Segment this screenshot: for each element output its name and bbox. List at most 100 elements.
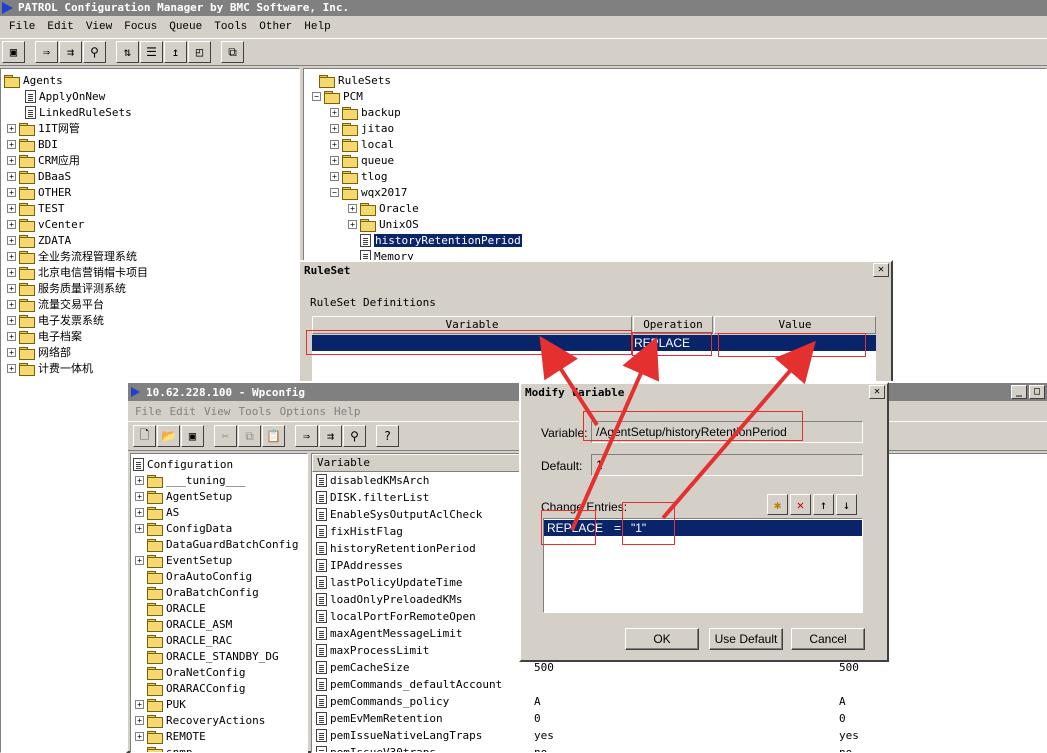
expand-icon[interactable]: + — [330, 139, 339, 149]
config-node[interactable]: + ___tuning___ — [135, 472, 245, 488]
config-node[interactable]: + ConfigData — [135, 520, 232, 536]
expand-icon[interactable]: + — [7, 347, 16, 357]
config-node[interactable]: ORACLE_ASM — [135, 616, 232, 632]
config-node[interactable]: + AS — [135, 504, 179, 520]
rulesets-root[interactable]: RuleSets — [307, 72, 391, 88]
configuration-root[interactable]: Configuration — [133, 456, 233, 472]
config-node[interactable]: DataGuardBatchConfig — [135, 536, 298, 552]
config-node[interactable]: + REMOTE — [135, 728, 206, 744]
paste-icon[interactable]: 📋 — [262, 425, 285, 447]
config-node[interactable]: + AgentSetup — [135, 488, 232, 504]
expand-icon[interactable]: + — [7, 139, 16, 149]
maximize-icon[interactable]: □ — [1029, 385, 1045, 399]
pcm-node[interactable]: − PCM — [312, 88, 363, 104]
config-node[interactable]: snmp — [135, 744, 193, 752]
expand-icon[interactable]: + — [135, 555, 144, 565]
agent-item[interactable]: + 电子档案 — [7, 328, 82, 344]
expand-icon[interactable]: + — [330, 123, 339, 133]
config-node[interactable]: ORARACConfig — [135, 680, 245, 696]
col-variable[interactable]: Variable — [312, 454, 532, 472]
expand-icon[interactable]: + — [7, 123, 16, 133]
expand-icon[interactable]: − — [312, 91, 321, 101]
menu-queue[interactable]: Queue — [163, 18, 208, 36]
expand-icon[interactable]: + — [135, 699, 144, 709]
agent-item[interactable]: + OTHER — [7, 184, 71, 200]
ruleset-sub-item[interactable]: + Oracle — [348, 200, 419, 216]
delete-icon[interactable]: ✕ — [790, 494, 811, 515]
expand-icon[interactable]: + — [7, 267, 16, 277]
cancel-button[interactable]: Cancel — [791, 628, 865, 650]
expand-icon[interactable]: + — [135, 507, 144, 517]
col-operation[interactable]: Operation — [633, 316, 713, 334]
save-icon[interactable]: ▣ — [181, 425, 204, 447]
expand-icon[interactable]: + — [135, 475, 144, 485]
agents-root[interactable]: Agents — [4, 72, 63, 88]
menu-view[interactable]: View — [80, 18, 118, 36]
queue-select-icon[interactable]: ◰ — [188, 41, 211, 63]
config-node[interactable]: OraBatchConfig — [135, 584, 259, 600]
queue-list-icon[interactable]: ☰ — [140, 41, 163, 63]
expand-icon[interactable]: + — [7, 251, 16, 261]
ruleset-item[interactable]: + local — [330, 136, 394, 152]
agent-item[interactable]: + ZDATA — [7, 232, 71, 248]
agent-item[interactable]: + BDI — [7, 136, 58, 152]
agent-item[interactable]: + CRM应用 — [7, 152, 80, 168]
expand-icon[interactable]: + — [7, 283, 16, 293]
move-down-icon[interactable]: ↓ — [836, 494, 857, 515]
expand-icon[interactable]: − — [330, 187, 339, 197]
menu-focus[interactable]: Focus — [118, 18, 163, 36]
expand-icon[interactable]: + — [348, 219, 357, 229]
expand-icon[interactable]: + — [7, 331, 16, 341]
new-icon[interactable]: 🗋 — [133, 425, 156, 447]
close-icon[interactable]: ✕ — [869, 385, 885, 399]
agent-item[interactable]: + 流量交易平台 — [7, 296, 104, 312]
cut-icon[interactable]: ✂ — [214, 425, 237, 447]
queue-icon[interactable]: ⇅ — [116, 41, 139, 63]
expand-icon[interactable]: + — [135, 491, 144, 501]
copy-icon[interactable]: ⧉ — [221, 41, 244, 63]
agent-item[interactable]: +1IT网管 — [7, 120, 80, 136]
menu-file[interactable]: File — [3, 18, 41, 36]
config-node[interactable]: ORACLE_RAC — [135, 632, 232, 648]
expand-icon[interactable]: + — [7, 219, 16, 229]
ruleset-sub-item[interactable]: historyRetentionPeriod — [348, 232, 522, 248]
save-icon[interactable]: ▣ — [2, 41, 25, 63]
agent-item[interactable]: + 全业务流程管理系统 — [7, 248, 137, 264]
ruleset-item[interactable]: + jitao — [330, 120, 394, 136]
menu-tools[interactable]: Tools — [208, 18, 253, 36]
expand-icon[interactable]: + — [7, 203, 16, 213]
ruleset-item[interactable]: + tlog — [330, 168, 388, 184]
menu-other[interactable]: Other — [253, 18, 298, 36]
expand-icon[interactable]: + — [330, 107, 339, 117]
default-field[interactable]: 1 — [591, 454, 863, 476]
agent-item[interactable]: + 北京电信营销帽卡项目 — [7, 264, 148, 280]
agent-item[interactable]: + DBaaS — [7, 168, 71, 184]
wp-menu-file[interactable]: File — [131, 405, 166, 418]
variable-row[interactable]: pemIssueNativeLangTraps yes yes — [316, 727, 1046, 743]
expand-icon[interactable]: + — [7, 315, 16, 325]
expand-icon[interactable]: + — [135, 523, 144, 533]
config-node[interactable]: + EventSetup — [135, 552, 232, 568]
config-node[interactable]: OraNetConfig — [135, 664, 245, 680]
expand-icon[interactable]: + — [330, 171, 339, 181]
ruleset-item[interactable]: + backup — [330, 104, 401, 120]
variable-row[interactable]: pemCommands_policy A A — [316, 693, 1046, 709]
menu-help[interactable]: Help — [298, 18, 336, 36]
expand-icon[interactable]: + — [7, 299, 16, 309]
wp-menu-options[interactable]: Options — [276, 405, 330, 418]
wp-menu-help[interactable]: Help — [330, 405, 365, 418]
open-icon[interactable]: 📂 — [157, 425, 180, 447]
variable-field[interactable]: /AgentSetup/historyRetentionPeriod — [591, 421, 863, 443]
agent-item[interactable]: + TEST — [7, 200, 65, 216]
ok-button[interactable]: OK — [625, 628, 699, 650]
queue-up-icon[interactable]: ↥ — [164, 41, 187, 63]
agent-item[interactable]: + 电子发票系统 — [7, 312, 104, 328]
expand-icon[interactable]: + — [330, 155, 339, 165]
ruleset-item[interactable]: + queue — [330, 152, 394, 168]
wp-menu-edit[interactable]: Edit — [166, 405, 201, 418]
expand-icon[interactable]: + — [135, 731, 144, 741]
config-node[interactable]: + RecoveryActions — [135, 712, 265, 728]
help-icon[interactable]: ? — [376, 425, 399, 447]
expand-icon[interactable]: + — [7, 187, 16, 197]
expand-icon[interactable]: + — [7, 235, 16, 245]
